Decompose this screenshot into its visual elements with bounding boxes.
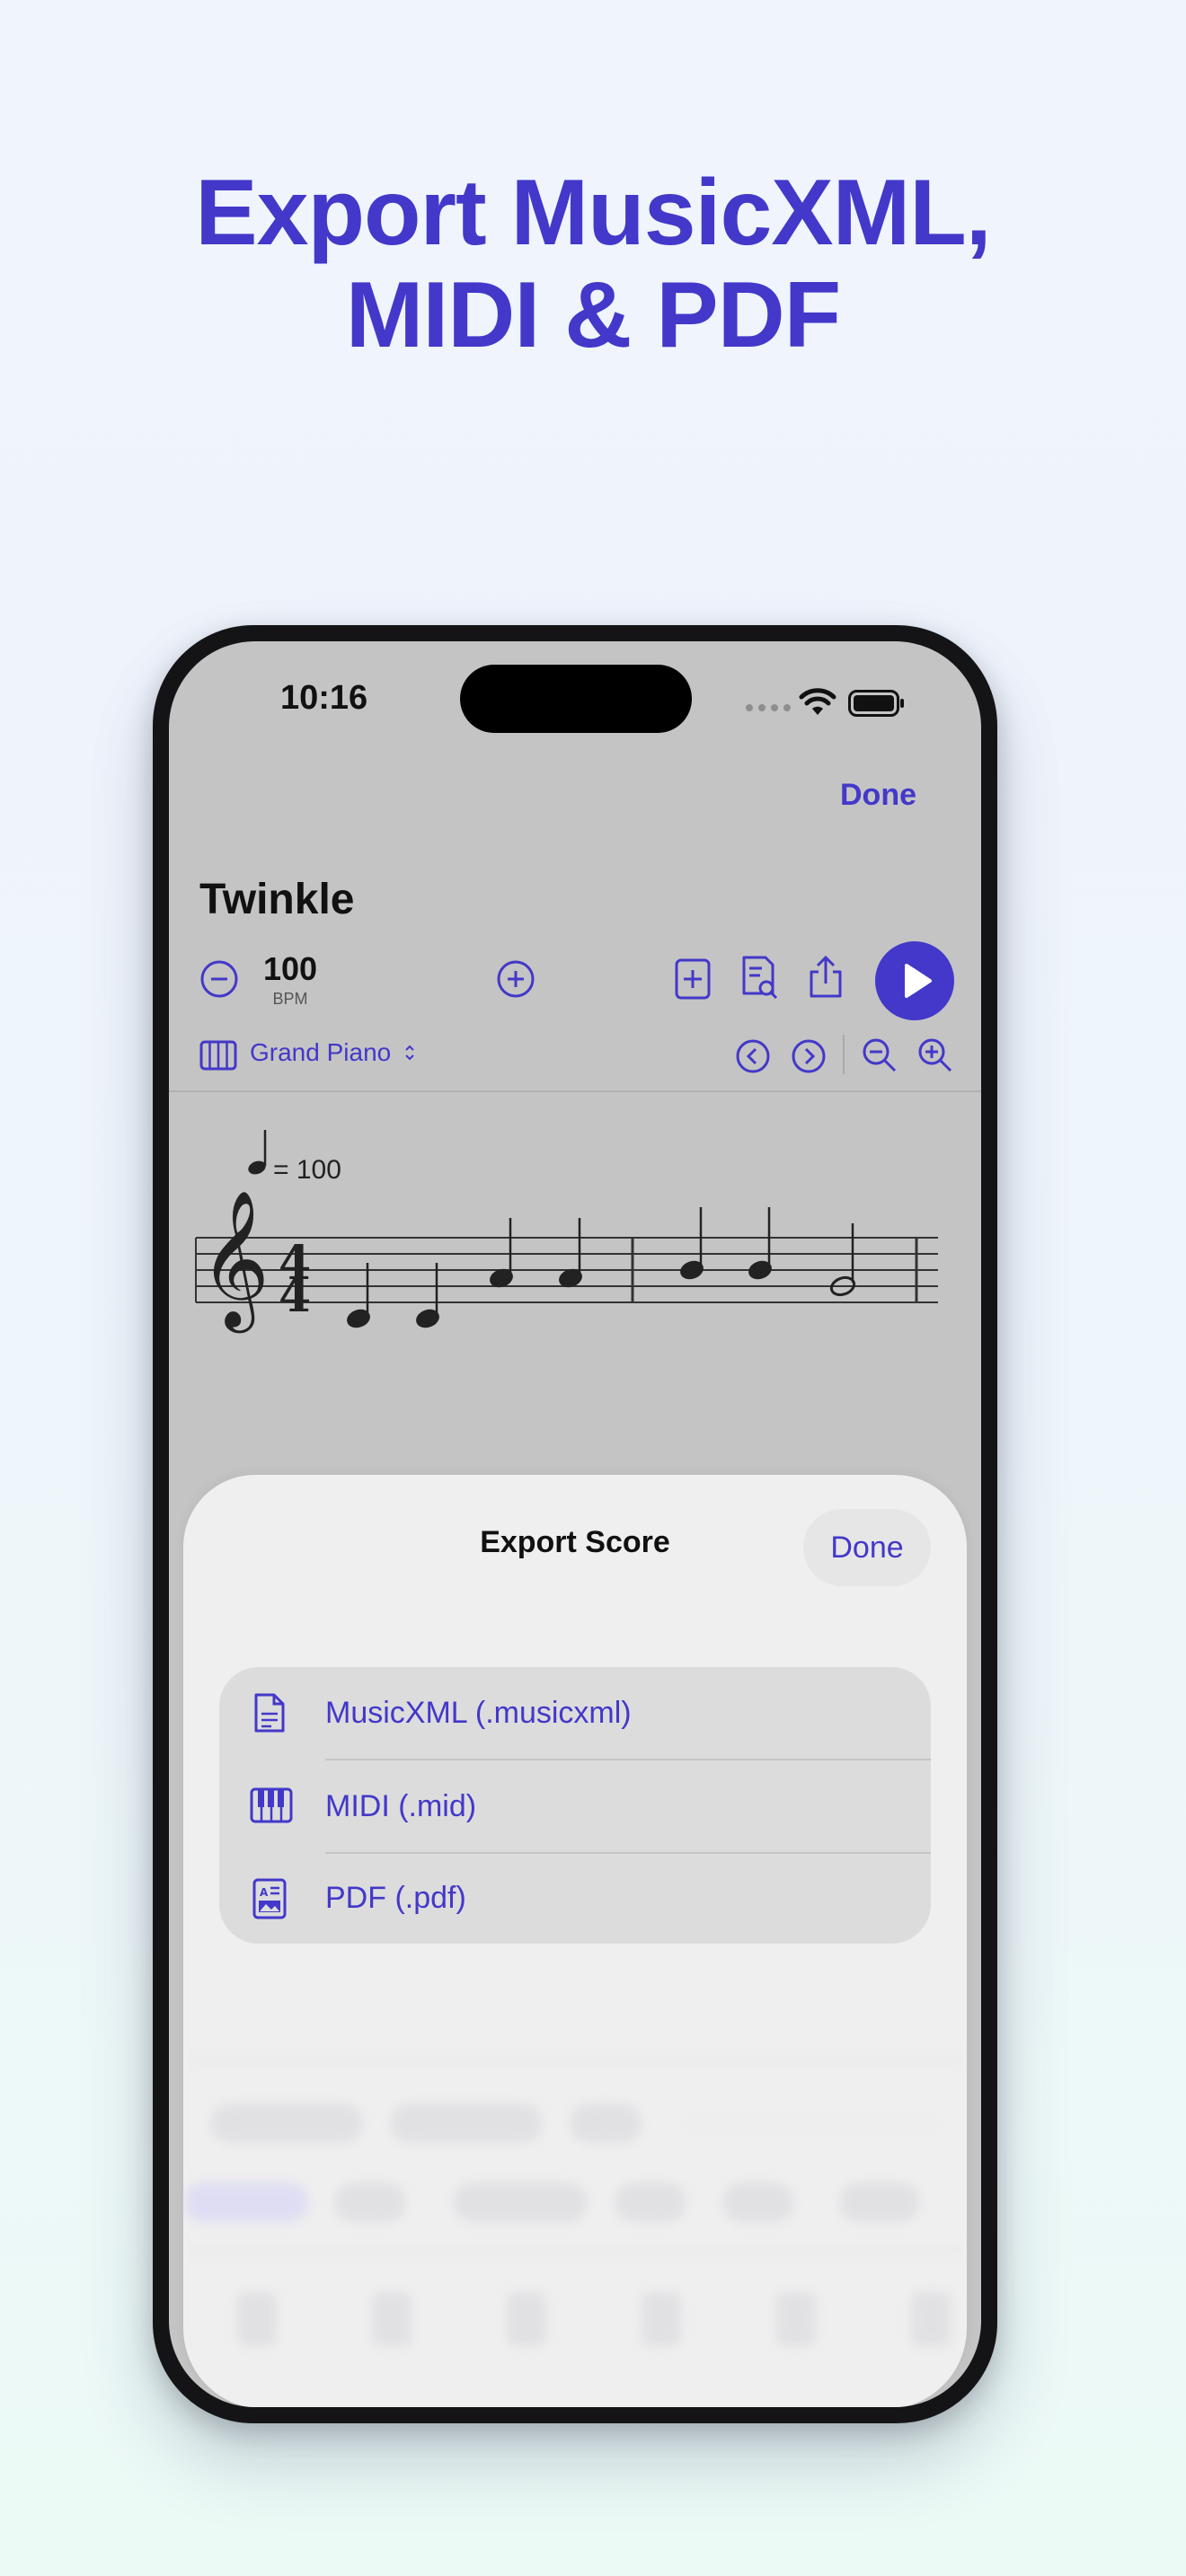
treble-clef-icon: 𝄞 bbox=[199, 1189, 270, 1333]
export-option-label: MIDI (.mid) bbox=[325, 1789, 477, 1823]
pdf-image-icon: A bbox=[252, 1878, 287, 1919]
play-button[interactable] bbox=[875, 941, 954, 1020]
phone-frame: 10:16 Done Twinkle 100 BPM Grand Piano 𝄞… bbox=[153, 625, 997, 2423]
instrument-name: Grand Piano bbox=[250, 1038, 392, 1066]
piano-keys-icon bbox=[199, 1040, 237, 1071]
score-title: Twinkle bbox=[199, 876, 355, 923]
chevron-up-down-icon bbox=[405, 1045, 414, 1061]
export-option-midi[interactable]: MIDI (.mid) bbox=[219, 1760, 931, 1852]
share-icon[interactable] bbox=[805, 954, 846, 1001]
zoom-in-icon[interactable] bbox=[916, 1037, 954, 1074]
time-signature-icon: 4 4 bbox=[279, 1236, 311, 1323]
tempo-note-icon bbox=[248, 1130, 267, 1175]
signal-dots-icon bbox=[746, 704, 791, 711]
phone-screen: 10:16 Done Twinkle 100 BPM Grand Piano 𝄞… bbox=[169, 641, 981, 2407]
export-option-label: MusicXML (.musicxml) bbox=[325, 1696, 632, 1730]
svg-text:A: A bbox=[260, 1886, 269, 1899]
dynamic-island bbox=[460, 665, 692, 733]
play-icon bbox=[905, 964, 932, 998]
toolbar-separator bbox=[169, 1090, 981, 1092]
export-options-list: MusicXML (.musicxml) MIDI (.mid) A PDF (… bbox=[219, 1667, 931, 1944]
battery-icon bbox=[848, 690, 904, 717]
piano-keys-icon bbox=[250, 1787, 293, 1823]
next-measure-button[interactable] bbox=[791, 1038, 827, 1074]
tempo-unit: BPM bbox=[272, 990, 308, 1008]
blurred-editor-panel bbox=[183, 2050, 967, 2407]
wifi-icon bbox=[799, 688, 836, 715]
document-icon bbox=[254, 1693, 285, 1733]
tempo-value: 100 bbox=[262, 950, 318, 987]
add-measure-icon[interactable] bbox=[672, 957, 713, 1001]
headline-line-1: Export MusicXML, bbox=[195, 161, 991, 265]
status-time: 10:16 bbox=[280, 679, 368, 717]
previous-measure-button[interactable] bbox=[735, 1038, 771, 1074]
done-button[interactable]: Done bbox=[840, 778, 916, 813]
tempo-plus-button[interactable] bbox=[496, 959, 535, 999]
svg-text:𝄞: 𝄞 bbox=[199, 1189, 270, 1333]
svg-text:4: 4 bbox=[279, 1268, 311, 1323]
preview-document-icon[interactable] bbox=[739, 954, 780, 1001]
export-option-musicxml[interactable]: MusicXML (.musicxml) bbox=[219, 1667, 931, 1759]
tempo-minus-button[interactable] bbox=[199, 959, 239, 999]
export-option-pdf[interactable]: A PDF (.pdf) bbox=[219, 1852, 931, 1944]
export-sheet: Export Score Done MusicXML (.musicxml) M… bbox=[183, 1475, 967, 2407]
music-staff[interactable]: 𝄞 4 4 = 100 bbox=[169, 1099, 981, 1351]
toolbar-divider bbox=[843, 1035, 845, 1074]
sheet-done-button[interactable]: Done bbox=[803, 1509, 931, 1586]
tempo-marking: = 100 bbox=[273, 1155, 341, 1185]
instrument-selector[interactable]: Grand Piano bbox=[250, 1038, 416, 1067]
marketing-headline: Export MusicXML, MIDI & PDF bbox=[0, 162, 1186, 366]
export-option-label: PDF (.pdf) bbox=[325, 1881, 466, 1915]
headline-line-2: MIDI & PDF bbox=[345, 263, 841, 367]
zoom-out-icon[interactable] bbox=[861, 1037, 898, 1074]
